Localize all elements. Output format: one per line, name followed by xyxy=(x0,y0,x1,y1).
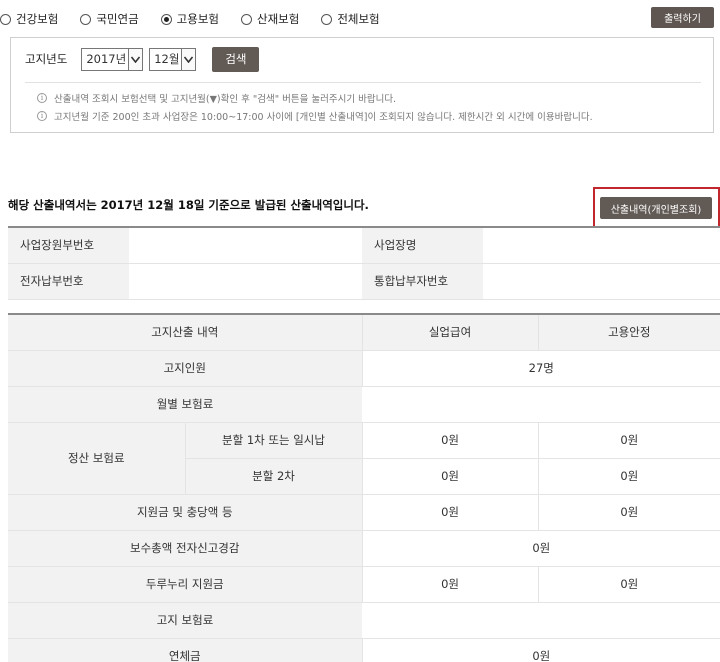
notice-year-label: 고지년도 xyxy=(25,52,68,66)
radio-label: 산재보험 xyxy=(256,12,300,26)
radio-label: 국민연금 xyxy=(96,12,139,26)
individual-detail-button[interactable]: 산출내역(개인별조회) xyxy=(600,197,712,219)
installment1-col2: 0원 xyxy=(537,422,720,459)
radio-employment-insurance[interactable]: 고용보험 xyxy=(160,11,219,27)
installment2-col2: 0원 xyxy=(537,458,720,495)
notified-people-label: 고지인원 xyxy=(8,350,363,387)
late-fee-label: 연체금 xyxy=(8,638,363,662)
monthly-premium-col1 xyxy=(362,386,539,423)
radio-circle[interactable] xyxy=(80,13,92,25)
info-icon: i xyxy=(37,93,47,103)
radio-health-insurance[interactable]: 건강보험 xyxy=(0,11,58,27)
notified-premium-col1 xyxy=(362,602,539,639)
table-row: 월별 보험료 xyxy=(8,386,720,423)
radio-label: 전체보험 xyxy=(337,12,380,26)
biz-mgmt-no-label: 사업장원부번호 xyxy=(8,227,129,264)
radio-circle[interactable] xyxy=(160,13,172,25)
header-employment-stability: 고용안정 xyxy=(537,314,720,351)
durunuri-col2: 0원 xyxy=(537,566,720,603)
biz-name-value xyxy=(483,227,720,264)
search-panel: 고지년도 2017년 12월 검색 i 산출내역 조회시 보험선택 및 고지년월… xyxy=(10,37,714,133)
radio-circle[interactable] xyxy=(321,13,333,25)
chevron-down-icon[interactable] xyxy=(181,48,196,70)
notified-people-value: 27명 xyxy=(361,350,720,387)
monthly-premium-col2 xyxy=(538,386,720,423)
table-row: 전자납부번호 통합납부자번호 xyxy=(8,263,720,300)
installment1-label: 분할 1차 또는 일시납 xyxy=(184,422,363,459)
month-select[interactable]: 12월 xyxy=(149,47,197,71)
issue-title: 해당 산출내역서는 2017년 12월 18일 기준으로 발급된 산출내역입니다… xyxy=(8,198,369,212)
print-button[interactable]: 출력하기 xyxy=(651,7,714,28)
subsidy-col1: 0원 xyxy=(361,494,539,531)
divider xyxy=(25,82,701,83)
installment2-col1: 0원 xyxy=(361,458,539,495)
chevron-down-icon[interactable] xyxy=(128,48,143,70)
subsidy-col2: 0원 xyxy=(537,494,720,531)
month-select-value: 12월 xyxy=(154,52,180,66)
radio-all-insurance[interactable]: 전체보험 xyxy=(321,11,380,27)
radio-national-pension[interactable]: 국민연금 xyxy=(80,11,139,27)
epay-no-label: 전자납부번호 xyxy=(8,263,129,300)
durunuri-col1: 0원 xyxy=(361,566,539,603)
business-info-table: 사업장원부번호 사업장명 전자납부번호 통합납부자번호 xyxy=(8,226,720,300)
report-reduction-label: 보수총액 전자신고경감 xyxy=(8,530,363,567)
info-icon: i xyxy=(37,111,47,121)
biz-mgmt-no-value xyxy=(129,227,362,264)
search-button[interactable]: 검색 xyxy=(212,46,260,72)
radio-label: 고용보험 xyxy=(176,12,219,26)
combined-no-label: 통합납부자번호 xyxy=(362,263,483,300)
late-fee-value: 0원 xyxy=(361,638,720,662)
search-row: 고지년도 2017년 12월 검색 xyxy=(25,46,260,72)
table-row: 보수총액 전자신고경감 0원 xyxy=(8,530,720,567)
epay-no-value xyxy=(129,263,362,300)
combined-no-value xyxy=(483,263,720,300)
table-row: 정산 보험료 분할 1차 또는 일시납 0원 0원 xyxy=(8,422,720,495)
report-reduction-value: 0원 xyxy=(361,530,720,567)
settlement-label: 정산 보험료 xyxy=(8,422,185,495)
notified-premium-label: 고지 보험료 xyxy=(8,602,363,639)
notice-line: i 산출내역 조회시 보험선택 및 고지년월(▼)확인 후 "검색" 버튼을 눌… xyxy=(37,91,396,105)
table-row: 연체금 0원 xyxy=(8,638,720,662)
table-row: 사업장원부번호 사업장명 xyxy=(8,227,720,264)
monthly-premium-label: 월별 보험료 xyxy=(8,386,363,423)
table-row: 고지 보험료 xyxy=(8,602,720,639)
insurance-type-radio-group: 건강보험 국민연금 고용보험 산재보험 전체보험 xyxy=(0,9,402,29)
year-select[interactable]: 2017년 xyxy=(81,47,144,71)
table-header-row: 고지산출 내역 실업급여 고용안정 xyxy=(8,314,720,351)
header-unemployment: 실업급여 xyxy=(361,314,539,351)
notice-text: 고지년월 기준 200인 초과 사업장은 10:00~17:00 사이에 [개인… xyxy=(54,112,593,123)
durunuri-label: 두루누리 지원금 xyxy=(8,566,363,603)
table-row: 고지인원 27명 xyxy=(8,350,720,387)
radio-industrial-accident[interactable]: 산재보험 xyxy=(240,11,300,27)
notice-line: i 고지년월 기준 200인 초과 사업장은 10:00~17:00 사이에 [… xyxy=(37,109,593,123)
notified-premium-col2 xyxy=(538,602,720,639)
notice-text: 산출내역 조회시 보험선택 및 고지년월(▼)확인 후 "검색" 버튼을 눌러주… xyxy=(54,94,397,105)
radio-circle[interactable] xyxy=(240,13,252,25)
radio-circle[interactable] xyxy=(0,13,11,25)
installment1-col1: 0원 xyxy=(361,422,539,459)
table-row: 지원금 및 충당액 등 0원 0원 xyxy=(8,494,720,531)
header-item: 고지산출 내역 xyxy=(8,314,363,351)
table-row: 두루누리 지원금 0원 0원 xyxy=(8,566,720,603)
year-select-value: 2017년 xyxy=(86,52,127,66)
biz-name-label: 사업장명 xyxy=(362,227,483,264)
installment2-label: 분할 2차 xyxy=(184,458,363,495)
calculation-table: 고지산출 내역 실업급여 고용안정 고지인원 27명 월별 보험료 정산 보험료… xyxy=(8,313,720,662)
radio-label: 건강보험 xyxy=(16,12,59,26)
subsidy-label: 지원금 및 충당액 등 xyxy=(8,494,363,531)
